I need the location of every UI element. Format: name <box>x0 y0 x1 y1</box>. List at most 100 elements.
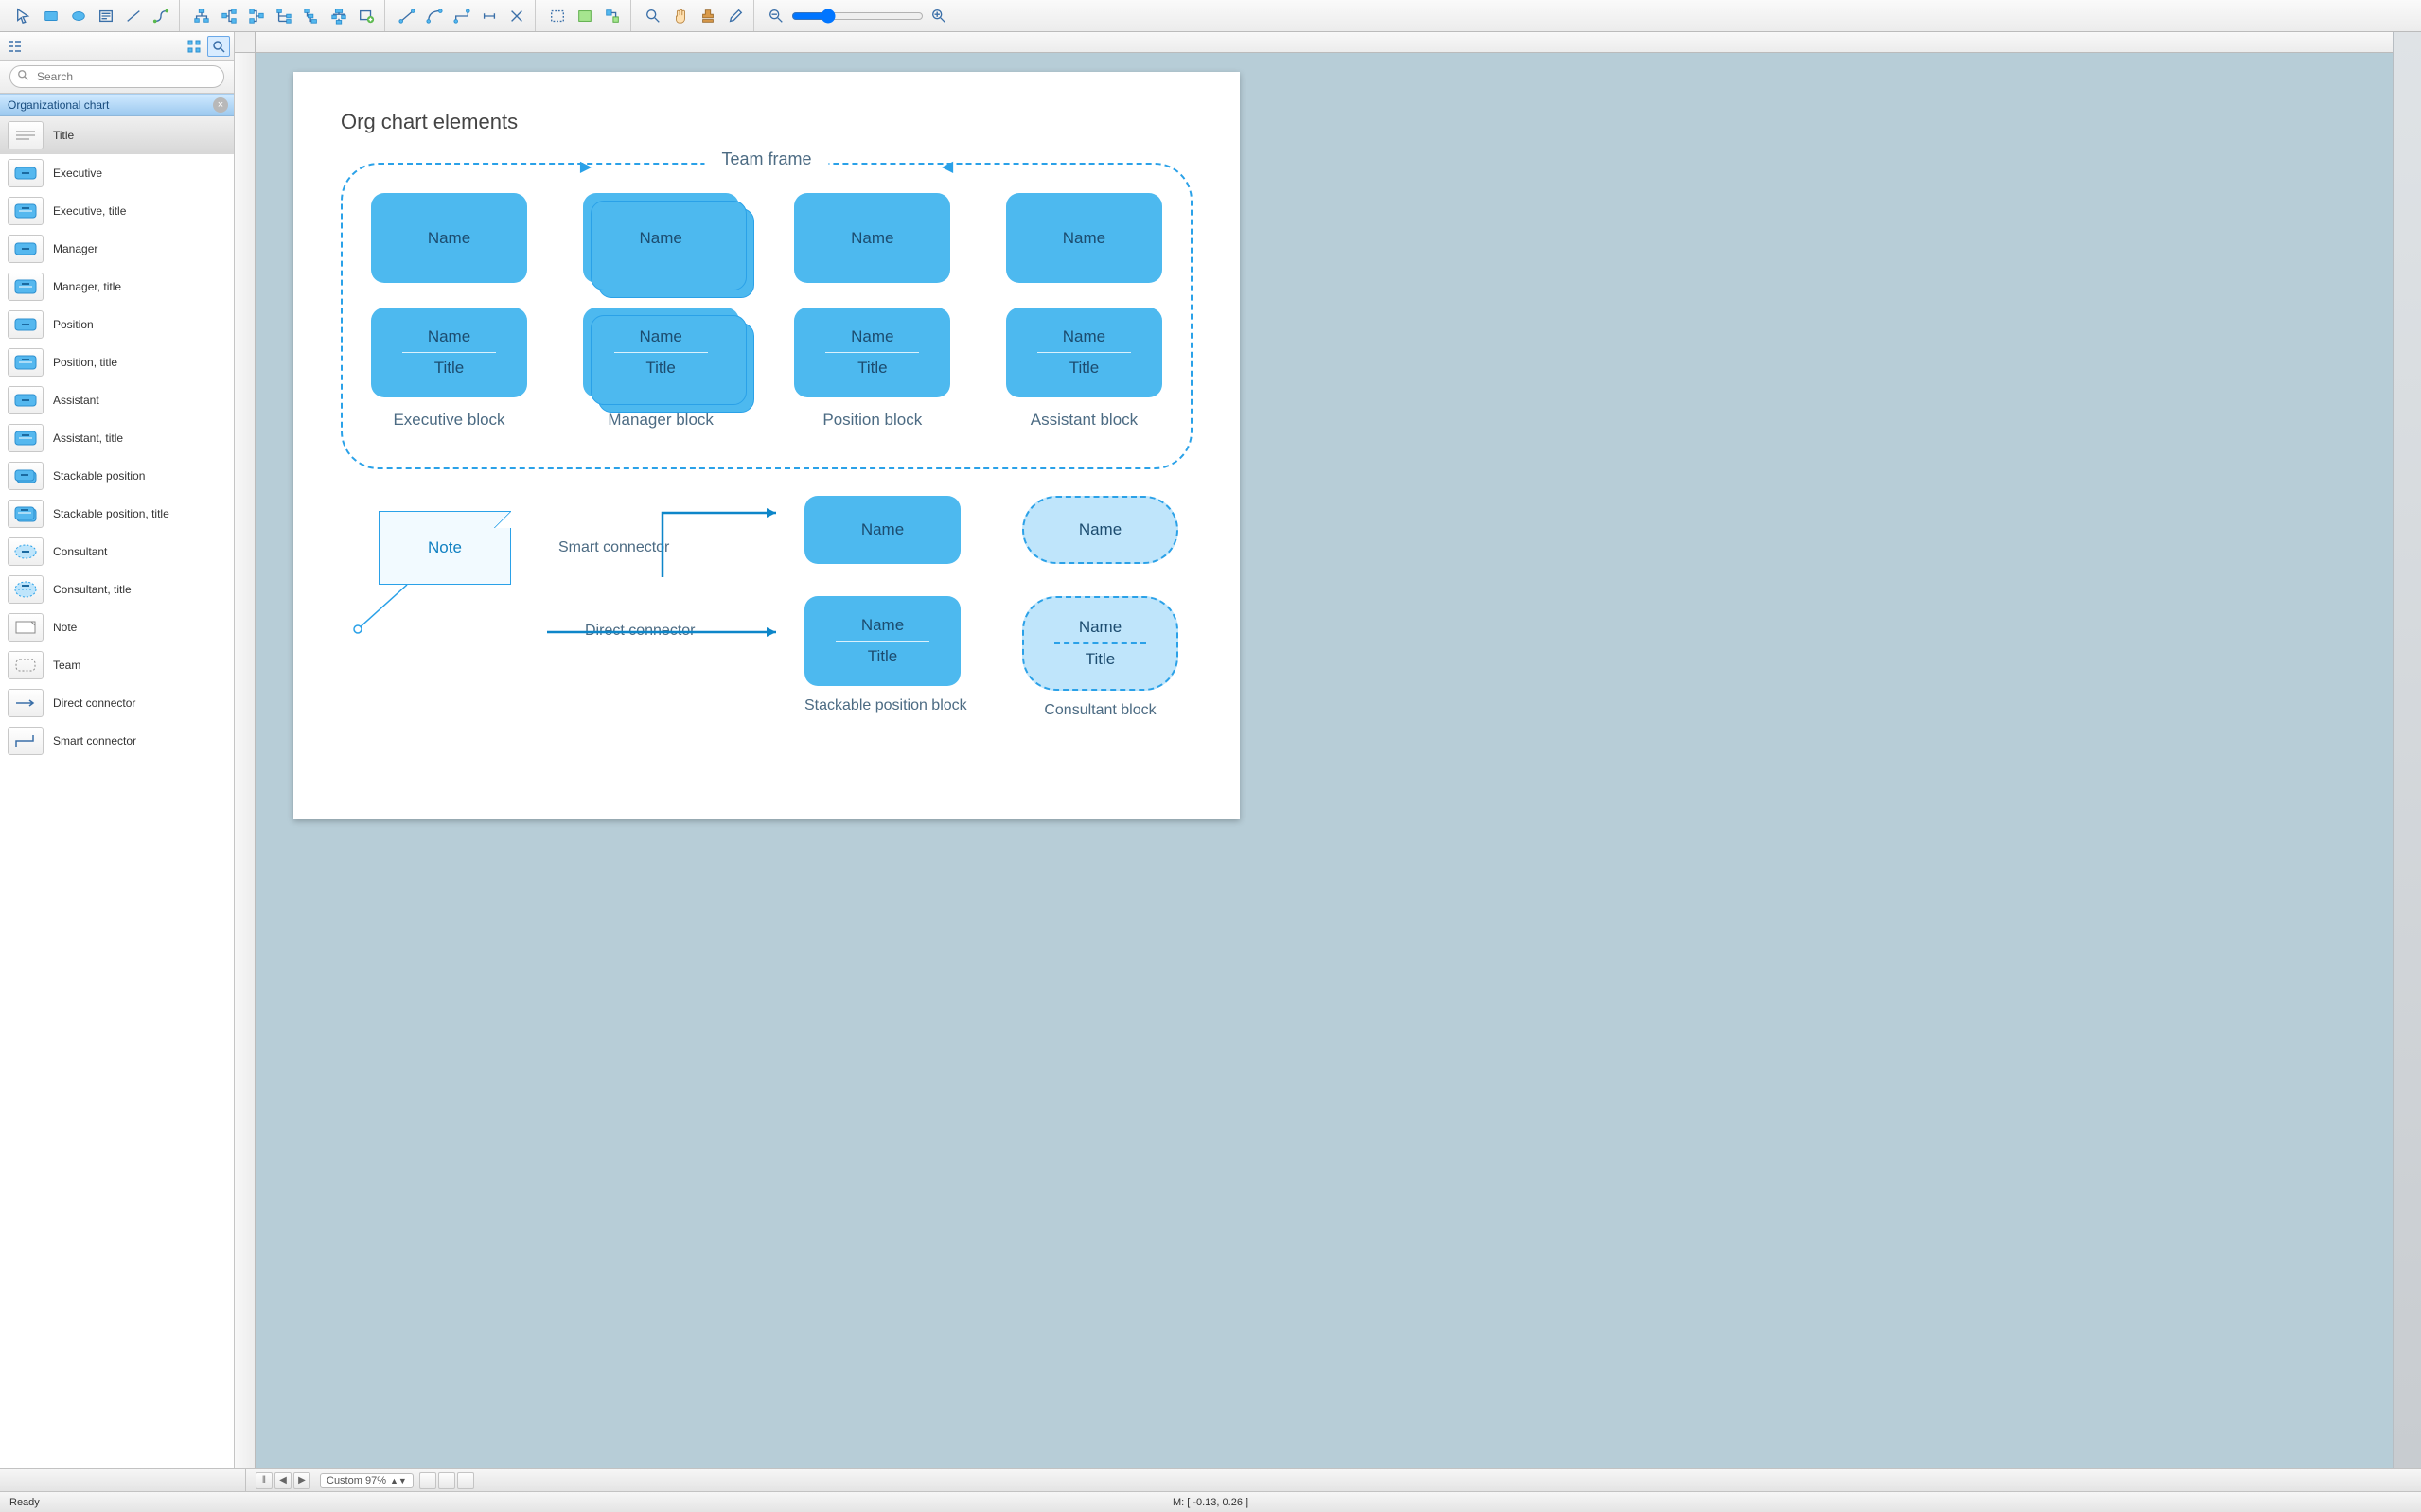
team-frame[interactable]: Team frame ▶ ◀ Name Name Name Name <box>341 163 1193 469</box>
zoom-readout[interactable]: Custom 97% ▲▼ <box>320 1473 414 1488</box>
lib-item-stackable[interactable]: Stackable position <box>0 457 234 495</box>
col-label: Manager block <box>608 411 714 430</box>
note-tail-icon <box>350 577 416 643</box>
position-name-block[interactable]: Name <box>794 193 950 283</box>
executive-name-block[interactable]: Name <box>371 193 527 283</box>
team-frame-label: Team frame <box>704 149 828 169</box>
lib-item-manager[interactable]: Manager <box>0 230 234 268</box>
connector-tool-icon[interactable] <box>149 5 173 27</box>
group-dashed-icon[interactable] <box>545 5 570 27</box>
add-node-icon[interactable] <box>354 5 379 27</box>
lib-item-position[interactable]: Position <box>0 306 234 343</box>
lib-item-direct-connector[interactable]: Direct connector <box>0 684 234 722</box>
position-title-block[interactable]: NameTitle <box>794 308 950 397</box>
stackable-title-block[interactable]: NameTitle <box>804 596 961 686</box>
sidebar-grid-icon[interactable] <box>183 36 205 57</box>
page-title: Org chart elements <box>341 110 1193 134</box>
connect-elbow-icon[interactable] <box>450 5 474 27</box>
hand-tool-icon[interactable] <box>668 5 693 27</box>
rectangle-tool-icon[interactable] <box>39 5 63 27</box>
status-mouse-coords: M: [ -0.13, 0.26 ] <box>1173 1497 1248 1508</box>
sidebar-tree-icon[interactable] <box>4 36 27 57</box>
consultant-name-block[interactable]: Name <box>1022 496 1178 564</box>
stamp-tool-icon[interactable] <box>696 5 720 27</box>
status-ready: Ready <box>9 1497 40 1508</box>
zoom-out-icon[interactable] <box>764 5 788 27</box>
page-fwd-button[interactable]: ▶ <box>293 1472 310 1489</box>
manager-name-block[interactable]: Name <box>583 193 739 283</box>
close-icon[interactable]: × <box>213 97 228 113</box>
library-header[interactable]: Organizational chart × <box>0 94 234 116</box>
eyedropper-tool-icon[interactable] <box>723 5 748 27</box>
page[interactable]: Org chart elements Team frame ▶ ◀ Name N… <box>293 72 1240 819</box>
lib-item-executive[interactable]: Executive <box>0 154 234 192</box>
col-label: Consultant block <box>1022 702 1178 719</box>
tree-down-icon[interactable] <box>189 5 214 27</box>
pointer-tool-icon[interactable] <box>11 5 36 27</box>
page-back-button[interactable]: ◀ <box>274 1472 292 1489</box>
col-label: Assistant block <box>1031 411 1138 430</box>
connect-line-icon[interactable] <box>395 5 419 27</box>
canvas-area: Org chart elements Team frame ▶ ◀ Name N… <box>235 32 2393 1468</box>
library-items: Title Executive Executive, title Manager… <box>0 116 234 1468</box>
tree-org-icon[interactable] <box>327 5 351 27</box>
lib-item-team[interactable]: Team <box>0 646 234 684</box>
connect-curve-icon[interactable] <box>422 5 447 27</box>
zoom-fit-icon[interactable] <box>641 5 665 27</box>
lib-item-position-title[interactable]: Position, title <box>0 343 234 381</box>
zoom-slider[interactable] <box>791 9 924 24</box>
zoom-in-icon[interactable] <box>927 5 951 27</box>
group-green-icon[interactable] <box>573 5 597 27</box>
page-tab-1[interactable] <box>419 1472 436 1489</box>
smart-connector-line[interactable] <box>539 496 786 581</box>
lib-item-note[interactable]: Note <box>0 608 234 646</box>
horizontal-ruler <box>256 32 2393 53</box>
assistant-name-block[interactable]: Name <box>1006 193 1162 283</box>
executive-title-block[interactable]: NameTitle <box>371 308 527 397</box>
line-tool-icon[interactable] <box>121 5 146 27</box>
lib-item-manager-title[interactable]: Manager, title <box>0 268 234 306</box>
col-label: Position block <box>822 411 922 430</box>
lib-item-assistant-title[interactable]: Assistant, title <box>0 419 234 457</box>
col-label: Stackable position block <box>804 697 967 714</box>
lib-item-title[interactable]: Title <box>0 116 234 154</box>
tree-hier-icon[interactable] <box>299 5 324 27</box>
sidebar-search-icon[interactable] <box>207 36 230 57</box>
lib-item-consultant[interactable]: Consultant <box>0 533 234 571</box>
text-tool-icon[interactable] <box>94 5 118 27</box>
arrow-left-icon: ◀ <box>942 157 953 176</box>
search-input[interactable] <box>9 65 224 88</box>
status-bar: Ready M: [ -0.13, 0.26 ] <box>0 1491 2421 1512</box>
ellipse-tool-icon[interactable] <box>66 5 91 27</box>
col-label: Executive block <box>393 411 504 430</box>
lib-item-consultant-title[interactable]: Consultant, title <box>0 571 234 608</box>
group-nodes-icon[interactable] <box>600 5 625 27</box>
right-panel-handle[interactable] <box>2393 32 2421 1468</box>
stackable-name-block[interactable]: Name <box>804 496 961 564</box>
arrow-right-icon: ▶ <box>580 157 592 176</box>
search-icon <box>17 69 30 82</box>
connect-bi-h-icon[interactable] <box>477 5 502 27</box>
lib-item-assistant[interactable]: Assistant <box>0 381 234 419</box>
stepper-icon[interactable]: ▲▼ <box>390 1477 407 1485</box>
connect-bi-cross-icon[interactable] <box>504 5 529 27</box>
note-shape[interactable]: Note <box>379 511 511 585</box>
direct-connector-line[interactable] <box>539 623 786 642</box>
manager-title-block[interactable]: NameTitle <box>583 308 739 397</box>
assistant-title-block[interactable]: NameTitle <box>1006 308 1162 397</box>
tree-left-icon[interactable] <box>244 5 269 27</box>
tree-right-icon[interactable] <box>217 5 241 27</box>
lib-item-executive-title[interactable]: Executive, title <box>0 192 234 230</box>
tree-branch-icon[interactable] <box>272 5 296 27</box>
page-tab-2[interactable] <box>438 1472 455 1489</box>
lib-item-stackable-title[interactable]: Stackable position, title <box>0 495 234 533</box>
lib-item-smart-connector[interactable]: Smart connector <box>0 722 234 760</box>
library-title: Organizational chart <box>8 98 109 112</box>
top-toolbar <box>0 0 2421 32</box>
bottom-bar: ‖ ◀ ▶ Custom 97% ▲▼ <box>0 1468 2421 1491</box>
sidebar: Organizational chart × Title Executive E… <box>0 32 235 1468</box>
page-prev-button[interactable]: ‖ <box>256 1472 273 1489</box>
page-tab-3[interactable] <box>457 1472 474 1489</box>
vertical-ruler <box>235 53 256 1468</box>
consultant-title-block[interactable]: NameTitle <box>1022 596 1178 691</box>
